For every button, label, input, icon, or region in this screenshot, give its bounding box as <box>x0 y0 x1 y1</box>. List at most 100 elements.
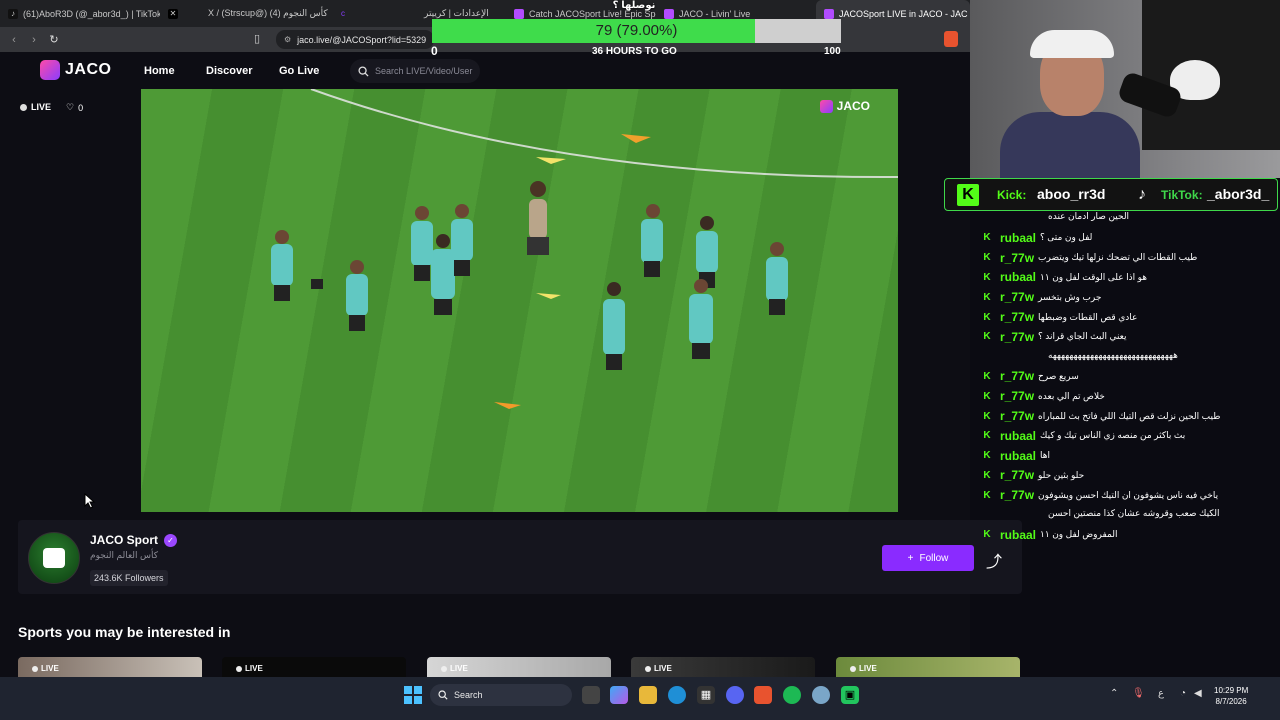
thumb-live-badge: LIVE <box>441 664 468 673</box>
wifi-icon[interactable]: ◔ <box>1180 688 1186 699</box>
back-icon[interactable]: ‹ <box>4 34 24 46</box>
chat-text: جرب وش بتخسر <box>1038 291 1102 302</box>
live-dot-icon <box>850 665 856 672</box>
follow-button[interactable]: + Follow <box>882 545 974 571</box>
stream-thumb[interactable]: LIVE <box>427 657 611 677</box>
taskbar-search[interactable]: Search <box>430 684 572 706</box>
thumb-live-label: LIVE <box>859 664 877 673</box>
likes-counter[interactable]: ♡ 0 <box>66 102 83 113</box>
tab-kick[interactable]: c <box>330 0 416 27</box>
edge-icon[interactable] <box>668 686 686 704</box>
chat-username: r_77w <box>1000 310 1035 324</box>
nav-go-live[interactable]: Go Live <box>279 65 319 77</box>
kick-badge-icon: K <box>983 489 991 501</box>
chat-message: Krubaal اها <box>970 449 1280 463</box>
windows-start-icon[interactable] <box>404 686 422 704</box>
tiktok-icon: ♪ <box>8 8 18 19</box>
chat-text: حلو بثين حلو <box>1038 469 1085 480</box>
nav-discover[interactable]: Discover <box>206 65 252 77</box>
clock-date: 8/7/2026 <box>1215 697 1247 706</box>
chat-message: Krubaal بث باكثر من منصه زي الناس تيك و ك… <box>970 429 1280 443</box>
chat-text: عادي قص القطات وضبطها <box>1038 311 1138 322</box>
brave-icon[interactable] <box>754 686 772 704</box>
store-icon[interactable]: ▦ <box>697 686 715 704</box>
chat-message: Kr_77w عادي قص القطات وضبطها <box>970 310 1280 324</box>
stream-thumb[interactable]: LIVE <box>631 657 815 677</box>
chat-username: r_77w <box>1000 468 1035 483</box>
search-icon <box>438 690 448 700</box>
discord-icon[interactable] <box>726 686 744 704</box>
kick-badge-icon: K <box>983 390 991 402</box>
live-dot-icon <box>236 665 242 672</box>
thumb-live-badge: LIVE <box>850 664 877 673</box>
chat-text: طيب القطات الي تضحك نزلها تيك ويتضرب <box>1038 252 1198 263</box>
tray-chevron-icon[interactable]: ⌃ <box>1110 688 1118 699</box>
task-view-icon[interactable] <box>582 686 600 704</box>
volume-icon[interactable]: ◀ <box>1194 688 1202 699</box>
chat-username: r_77w <box>1000 389 1035 404</box>
site-settings-icon[interactable]: ⚙ <box>284 35 291 44</box>
stream-thumb[interactable]: LIVE <box>222 657 406 677</box>
stream-thumb[interactable]: LIVE <box>18 657 202 677</box>
url-text: jaco.live/@JACOSport?lid=5329 <box>297 34 427 45</box>
mic-tray-icon[interactable]: 🎙︎ <box>1132 688 1145 699</box>
jaco-logo-icon <box>40 60 60 80</box>
stream-thumb[interactable]: LIVE <box>836 657 1020 677</box>
tab-x[interactable]: ✕ <box>160 0 200 27</box>
forward-icon[interactable]: › <box>24 34 44 46</box>
live-dot-icon <box>32 665 38 672</box>
chat-text: ياخي فيه ناس يشوفون ان التيك احسن ويشوفو… <box>1038 489 1219 500</box>
kick-badge-icon: K <box>983 370 991 382</box>
chat-overlay: الحين صار ادمان عنده Krubaal لفل ون متى ؟ K… <box>970 211 1280 551</box>
chat-message: الحين صار ادمان عنده <box>970 211 1280 222</box>
jaco-logo[interactable]: JACO <box>40 60 111 80</box>
brave-shield-icon[interactable] <box>944 31 958 47</box>
bookmark-icon[interactable]: ▯ <box>254 32 260 45</box>
chat-message: Kr_77w طيب القطات الي تضحك نزلها تيك ويتض… <box>970 251 1280 265</box>
kick-handle: aboo_rr3d <box>1037 186 1106 202</box>
nav-home[interactable]: Home <box>144 65 175 77</box>
thumb-live-badge: LIVE <box>645 664 672 673</box>
app-icon[interactable]: ▣ <box>841 686 859 704</box>
chat-message: Krubaal المفروض لفل ون ١١ <box>970 528 1280 542</box>
address-bar[interactable]: ⚙ jaco.live/@JACOSport?lid=5329 <box>276 30 434 49</box>
kick-badge-icon: K <box>983 252 991 264</box>
kick-badge-icon: K <box>983 469 991 481</box>
kick-icon: K <box>957 184 979 206</box>
live-dot-icon <box>20 103 27 111</box>
share-icon[interactable]: ⤴ <box>986 548 1002 572</box>
channel-avatar[interactable] <box>28 532 80 584</box>
search-input[interactable]: Search LIVE/Video/User <box>350 59 480 83</box>
live-dot-icon <box>441 665 447 672</box>
kick-badge-icon: K <box>983 529 991 541</box>
chat-text: اها <box>1040 450 1051 461</box>
chat-text: ههههههههههههههههههههههههههههههه <box>1048 349 1178 360</box>
tab-tiktok[interactable]: ♪ (61)AboR3D (@_abor3d_) | TikTok <box>0 0 160 27</box>
goal-timer: 36 HOURS TO GO <box>592 46 677 57</box>
channel-name-text: JACO Sport <box>90 533 159 547</box>
tab-x-strscup[interactable]: X / (Strscup@) كأس النجوم (4) <box>200 0 330 27</box>
language-indicator[interactable]: ع <box>1158 688 1164 699</box>
thumb-live-badge: LIVE <box>236 664 263 673</box>
spotify-icon[interactable] <box>783 686 801 704</box>
chat-message: Krubaal لفل ون متى ؟ <box>970 231 1280 245</box>
video-player[interactable]: JACO <box>141 89 898 512</box>
heart-icon: ♡ <box>66 102 75 112</box>
copilot-icon[interactable] <box>610 686 628 704</box>
chat-text: هو اذا على الوقت لفل ون ١١ <box>1040 271 1148 282</box>
channel-name[interactable]: JACO Sport ✓ <box>90 533 178 547</box>
clock[interactable]: 10:29 PM 8/7/2026 <box>1214 685 1248 707</box>
tiktok-icon: ♪ <box>1138 186 1146 203</box>
chat-username: r_77w <box>1000 250 1035 265</box>
kick-badge-icon: K <box>983 271 991 283</box>
streamer-cap <box>1030 30 1114 58</box>
jaco-watermark-icon <box>819 99 833 113</box>
reload-icon[interactable]: ↻ <box>44 33 64 46</box>
chat-message: Kr_77w حلو بثين حلو <box>970 468 1280 482</box>
file-explorer-icon[interactable] <box>639 686 657 704</box>
chat-username: r_77w <box>1000 290 1035 305</box>
settings-icon[interactable] <box>812 686 830 704</box>
players <box>271 181 788 370</box>
jaco-sport-logo-icon <box>43 548 65 568</box>
channel-subtitle: كأس العالم النجوم <box>90 550 159 560</box>
